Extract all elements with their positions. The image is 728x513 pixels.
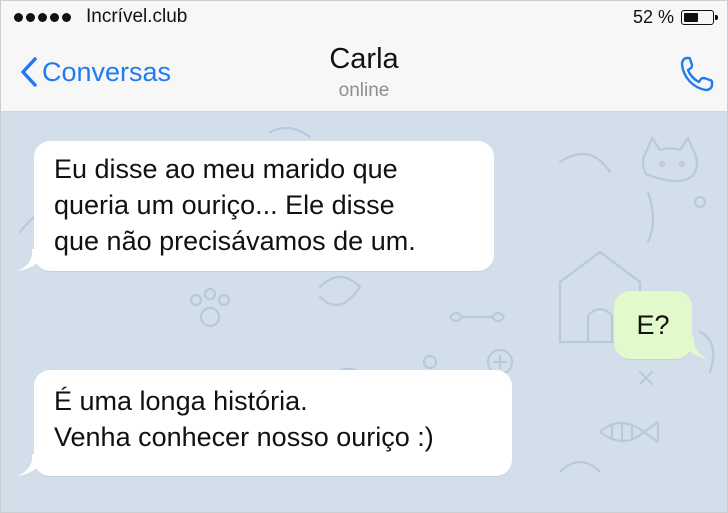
phone-icon bbox=[680, 56, 714, 92]
message-bubble-outgoing[interactable]: E? bbox=[614, 291, 708, 359]
contact-name: Carla bbox=[329, 43, 399, 75]
carrier-name: Incrível.club bbox=[86, 6, 188, 27]
status-bar: Incrível.club 52 % bbox=[0, 0, 728, 36]
message-text-line: Eu disse ao meu marido que bbox=[54, 154, 398, 184]
message-text-line: queria um ouriço... Ele disse bbox=[54, 190, 395, 220]
call-button[interactable] bbox=[678, 54, 714, 99]
chat-area[interactable]: Eu disse ao meu marido que queria um our… bbox=[0, 112, 728, 513]
signal-strength-icon bbox=[14, 13, 71, 22]
battery-icon bbox=[681, 10, 718, 25]
message-text-line: que não precisávamos de um. bbox=[54, 226, 416, 256]
message-bubble-incoming[interactable]: Eu disse ao meu marido que queria um our… bbox=[18, 141, 494, 271]
message-bubble-incoming[interactable]: É uma longa história. Venha conhecer nos… bbox=[18, 370, 512, 476]
message-text-line: Venha conhecer nosso ouriço :) bbox=[54, 422, 434, 452]
message-text-line: É uma longa história. bbox=[54, 386, 308, 416]
conversation-header[interactable]: Carla online bbox=[0, 42, 728, 102]
bubble-tail bbox=[18, 454, 48, 476]
bubble-tail bbox=[678, 337, 708, 359]
battery-percentage: 52 % bbox=[632, 7, 674, 27]
bubble-tail bbox=[18, 249, 48, 271]
contact-status: online bbox=[338, 80, 390, 101]
navigation-bar: Conversas Carla online bbox=[0, 36, 728, 112]
